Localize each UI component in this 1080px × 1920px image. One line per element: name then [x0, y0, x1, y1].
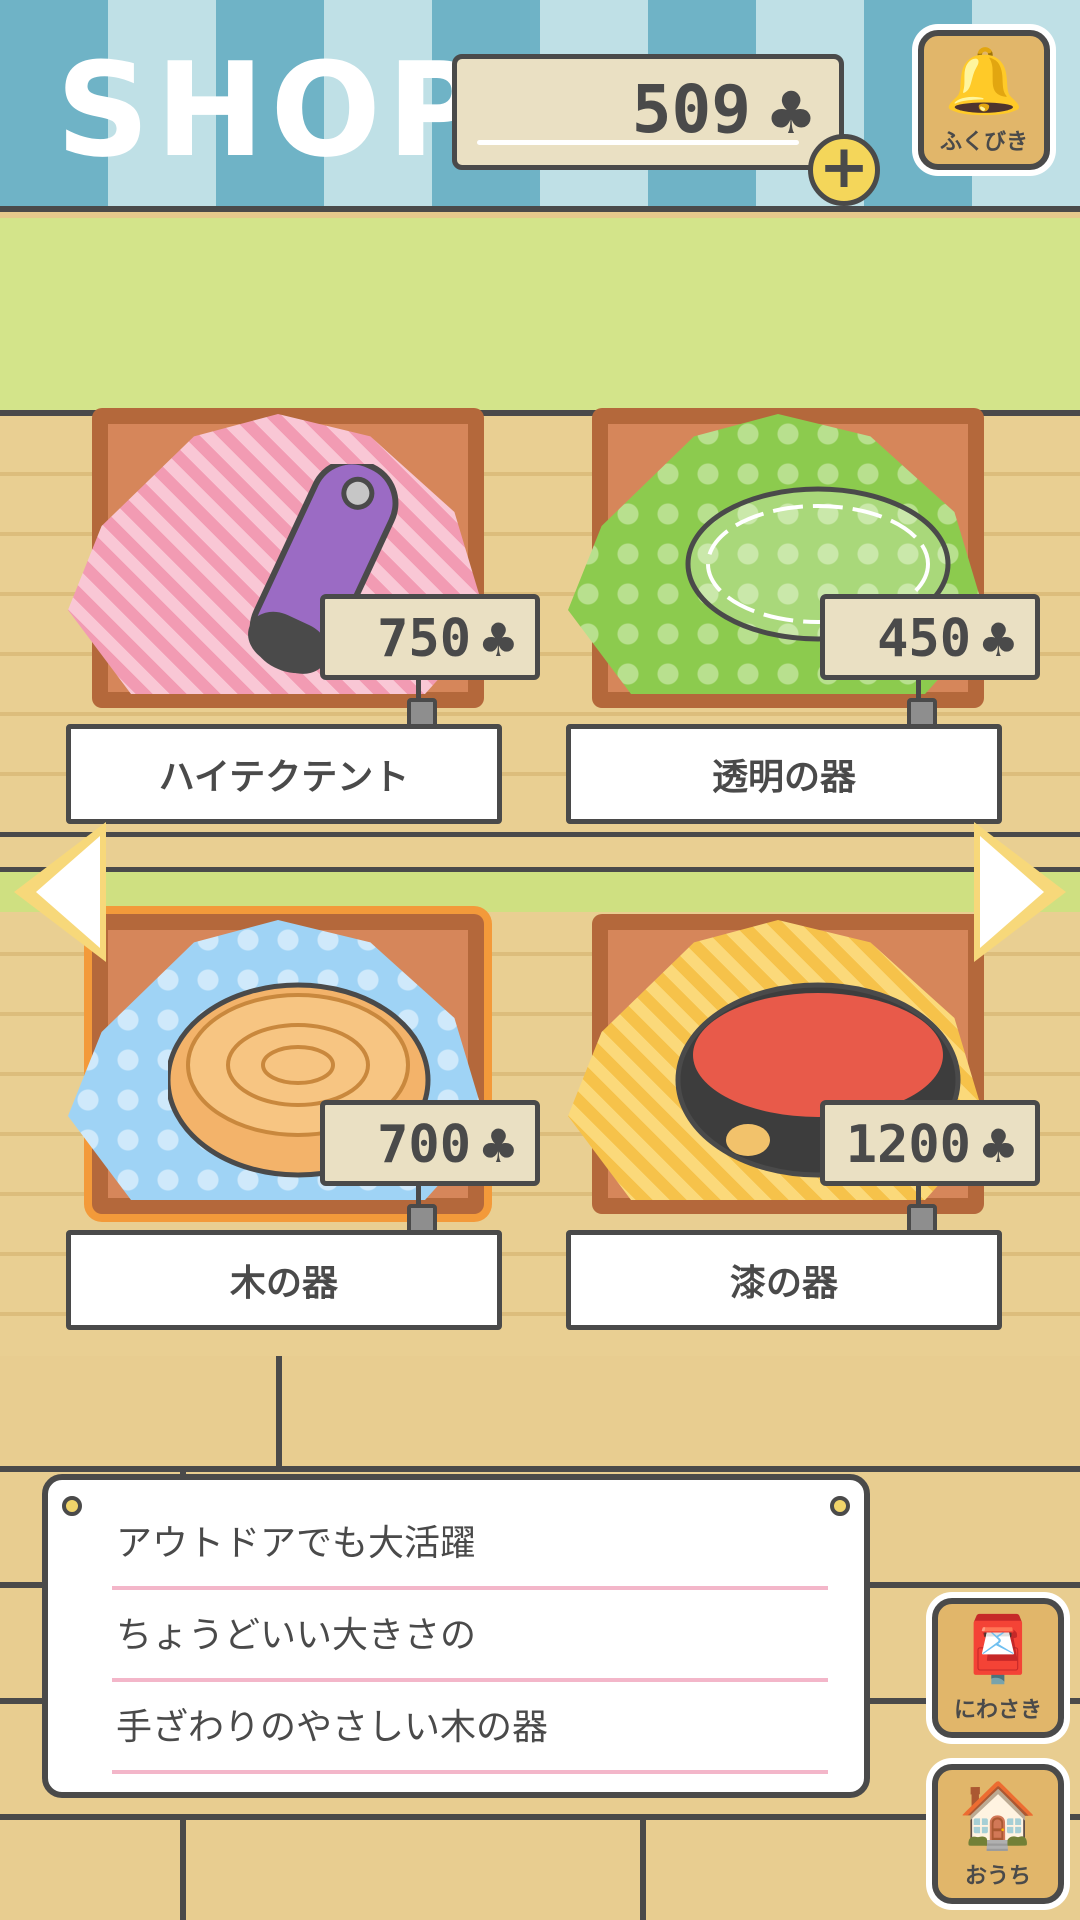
home-label: おうち — [964, 1864, 1031, 1889]
price-tag: 450 ♣ — [820, 594, 1040, 680]
item-name: 漆の器 — [566, 1230, 1002, 1330]
plank-joint — [180, 1814, 186, 1920]
clover-icon: ♣ — [765, 79, 817, 147]
price: 700 — [377, 1115, 471, 1175]
lottery-label: ふくびき — [939, 130, 1028, 155]
price: 750 — [377, 609, 471, 669]
price-tag: 750 ♣ — [320, 594, 540, 680]
clover-icon: ♣ — [977, 613, 1019, 667]
shop-item-wooden-bowl[interactable]: 700 ♣ 木の器 — [66, 914, 540, 1384]
clover-icon: ♣ — [477, 613, 519, 667]
description-line: ちょうどいい大きさの — [112, 1596, 828, 1682]
item-name: 木の器 — [66, 1230, 502, 1330]
description-line: アウトドアでも大活躍 — [112, 1504, 828, 1590]
mailbox-icon: 📮 — [958, 1613, 1038, 1687]
coin-count: 509 — [631, 71, 751, 148]
home-button[interactable]: 🏠 おうち — [932, 1764, 1064, 1904]
clover-icon: ♣ — [977, 1119, 1019, 1173]
garden-button[interactable]: 📮 にわさき — [932, 1598, 1064, 1738]
plank-joint — [640, 1814, 646, 1920]
shop-item-lacquer-bowl[interactable]: 1200 ♣ 漆の器 — [566, 914, 1040, 1384]
item-name: 透明の器 — [566, 724, 1002, 824]
plank-joint — [276, 1356, 282, 1466]
price: 450 — [877, 609, 971, 669]
pin-icon — [830, 1496, 850, 1516]
clover-icon: ♣ — [477, 1119, 519, 1173]
coin-balance: 509 ♣ — [452, 54, 844, 170]
item-description-card: アウトドアでも大活躍 ちょうどいい大きさの 手ざわりのやさしい木の器 — [42, 1474, 870, 1798]
price: 1200 — [845, 1115, 971, 1175]
shop-header: SHOP 509 ♣ + 🔔 ふくびき — [0, 0, 1080, 212]
description-line: 手ざわりのやさしい木の器 — [112, 1688, 828, 1774]
add-coins-button[interactable]: + — [808, 134, 880, 206]
item-name: ハイテクテント — [66, 724, 502, 824]
bell-icon: 🔔 — [944, 45, 1024, 119]
shop-item-clear-bowl[interactable]: 450 ♣ 透明の器 — [566, 408, 1040, 878]
grass-strip — [0, 218, 1080, 416]
garden-label: にわさき — [953, 1698, 1042, 1723]
pin-icon — [62, 1496, 82, 1516]
shop-item-tent[interactable]: 750 ♣ ハイテクテント — [66, 408, 540, 878]
house-icon: 🏠 — [958, 1779, 1038, 1853]
price-tag: 700 ♣ — [320, 1100, 540, 1186]
page-title: SHOP — [56, 34, 489, 186]
price-tag: 1200 ♣ — [820, 1100, 1040, 1186]
shelf-green-strip — [0, 872, 1080, 912]
lottery-button[interactable]: 🔔 ふくびき — [918, 30, 1050, 170]
divider — [477, 140, 799, 145]
